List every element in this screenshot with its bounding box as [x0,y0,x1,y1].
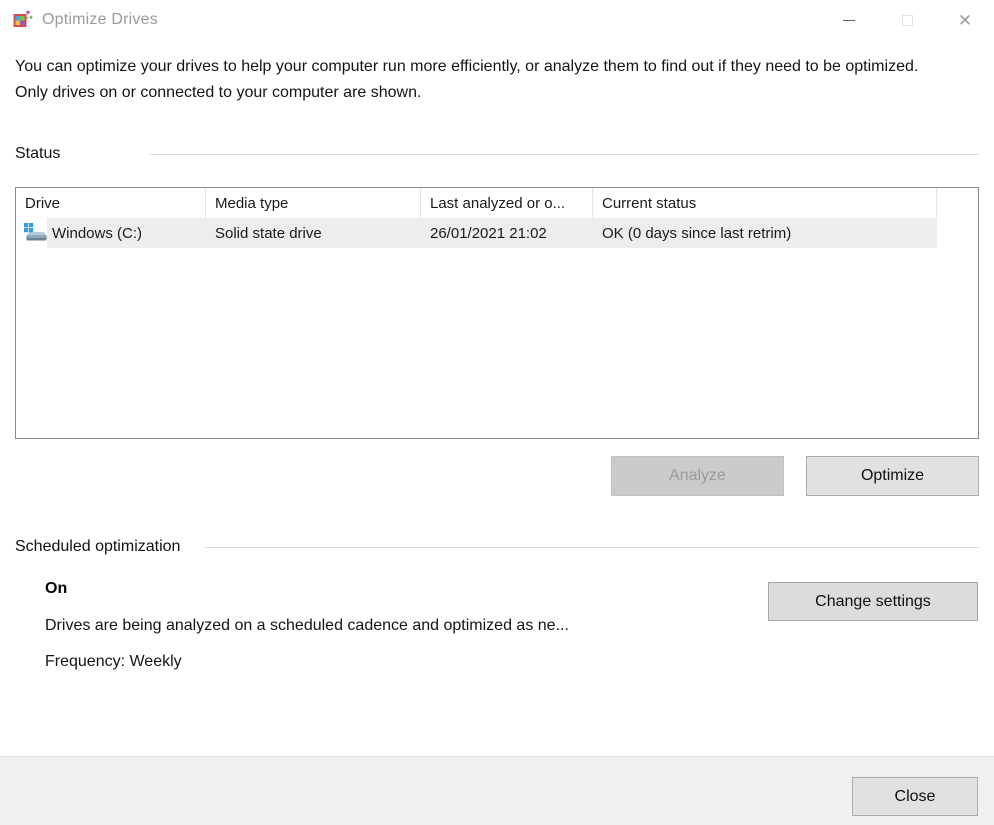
cell-media-type: Solid state drive [206,225,421,242]
close-window-button[interactable]: ✕ [936,0,994,40]
drive-list[interactable]: Drive Media type Last analyzed or o... C… [15,187,979,439]
analyze-button[interactable]: Analyze [611,456,784,496]
schedule-frequency: Frequency: Weekly [45,653,979,671]
column-header-media-type[interactable]: Media type [206,188,421,218]
scheduled-section-body: On Drives are being analyzed on a schedu… [15,580,979,710]
defrag-app-icon [12,9,34,31]
close-button[interactable]: Close [852,777,978,816]
status-section-divider [150,154,979,155]
table-row[interactable]: Windows (C:) Solid state drive 26/01/202… [16,218,978,248]
scheduled-section-title: Scheduled optimization [15,538,180,556]
cell-drive-name: Windows (C:) [52,225,142,242]
window-title: Optimize Drives [42,11,158,29]
window-controls: ✕ [820,0,994,40]
scheduled-section-divider [205,547,979,548]
column-header-filler [937,188,978,218]
minimize-button[interactable] [820,0,878,40]
minimize-icon [843,20,855,21]
drive-actions: Analyze Optimize [15,456,979,496]
optimize-button[interactable]: Optimize [806,456,979,496]
change-settings-button[interactable]: Change settings [768,582,978,621]
column-header-last-analyzed[interactable]: Last analyzed or o... [421,188,593,218]
cell-current-status: OK (0 days since last retrim) [593,225,937,242]
dialog-footer: Close [0,756,994,825]
dialog-body: You can optimize your drives to help you… [0,54,994,710]
drive-list-header: Drive Media type Last analyzed or o... C… [16,188,978,218]
column-header-current-status[interactable]: Current status [593,188,937,218]
scheduled-section-header: Scheduled optimization [15,538,979,556]
system-drive-icon [23,222,47,244]
status-section-title: Status [15,145,138,163]
titlebar: Optimize Drives ✕ [0,0,994,40]
column-header-drive[interactable]: Drive [16,188,206,218]
status-section-header: Status [15,145,979,163]
close-icon: ✕ [958,12,972,29]
maximize-button[interactable] [878,0,936,40]
cell-last-analyzed: 26/01/2021 21:02 [421,225,593,242]
maximize-icon [902,15,913,26]
intro-text: You can optimize your drives to help you… [15,54,920,105]
